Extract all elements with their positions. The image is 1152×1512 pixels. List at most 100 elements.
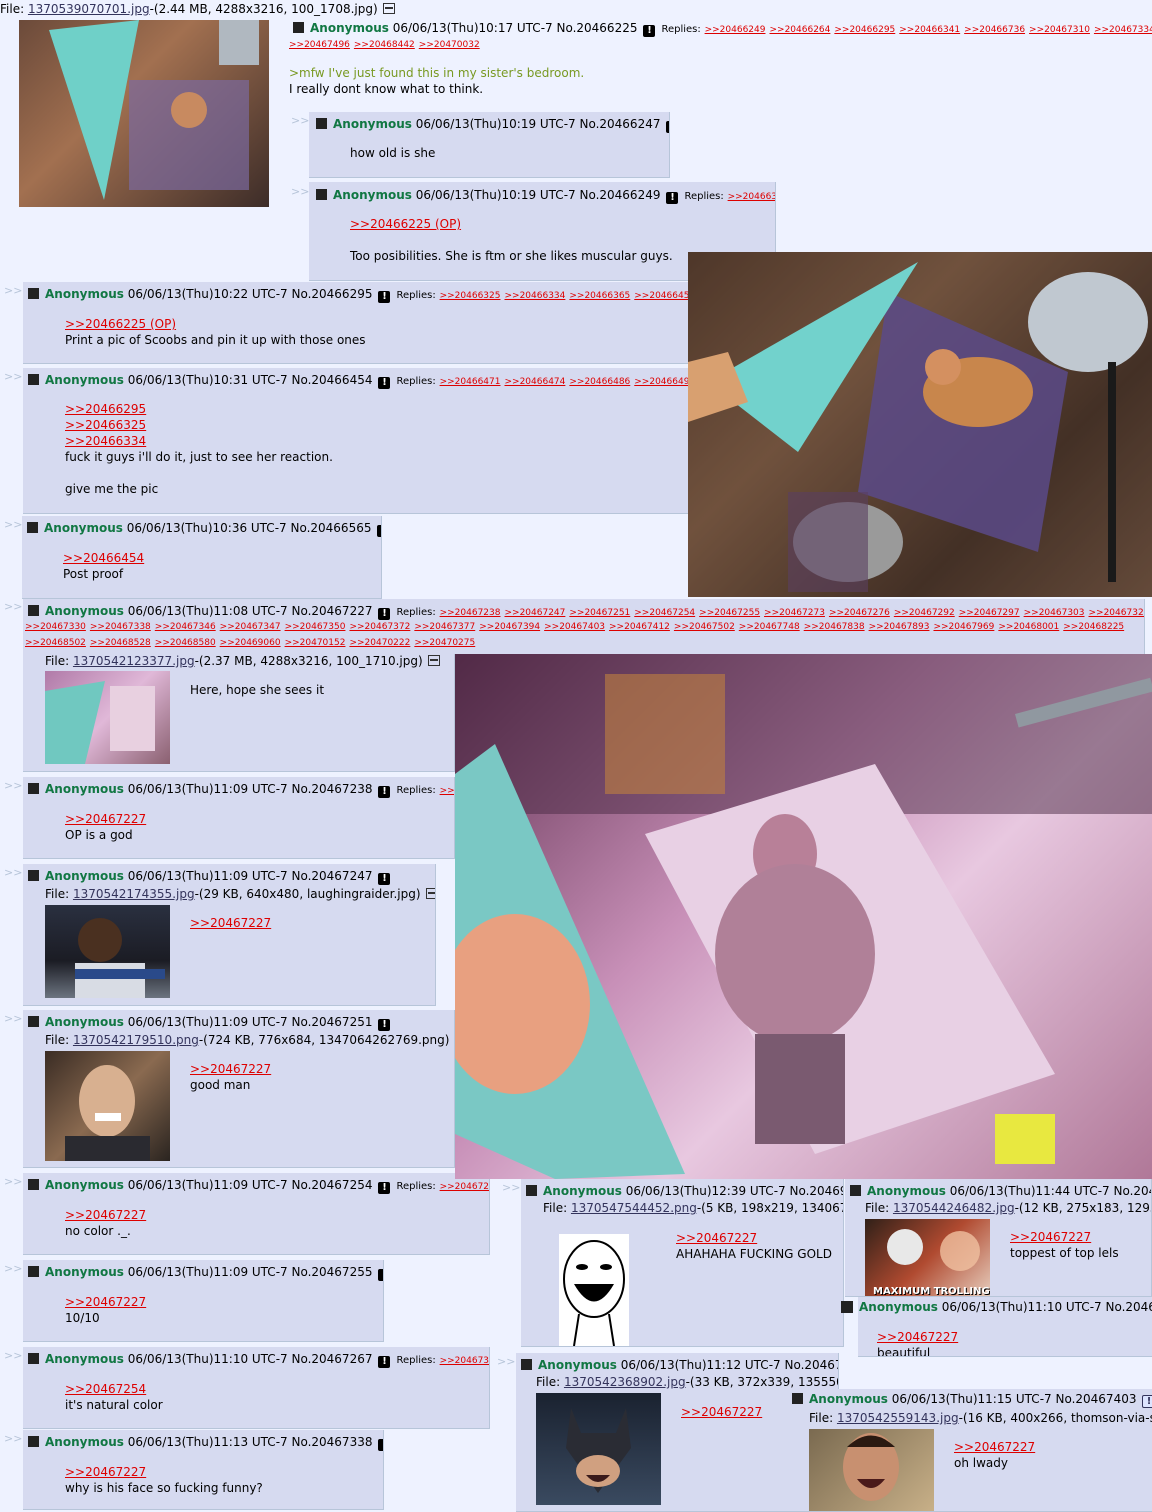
quote-link[interactable]: >>20466295	[65, 401, 333, 417]
post-checkbox[interactable]	[28, 605, 39, 616]
reply-link[interactable]: >>20466486	[569, 377, 630, 387]
reply-link[interactable]: >>20466471	[440, 377, 501, 387]
reply-link[interactable]: >>20467334	[1094, 25, 1152, 35]
reply-link[interactable]: >>20467297	[959, 608, 1020, 618]
reply-link[interactable]: >>20	[440, 786, 454, 796]
reply-link[interactable]: >>20467338	[90, 622, 151, 632]
post-checkbox[interactable]	[841, 1301, 853, 1313]
post-thumbnail[interactable]	[536, 1393, 661, 1505]
post-checkbox[interactable]	[316, 189, 327, 200]
reply-link[interactable]: >>20468225	[1063, 622, 1124, 632]
report-icon[interactable]: !	[666, 121, 669, 133]
post-checkbox[interactable]	[27, 522, 38, 533]
report-icon[interactable]: !	[378, 1356, 391, 1368]
reply-link[interactable]: >>20467377	[414, 622, 475, 632]
report-icon[interactable]: !	[666, 192, 679, 204]
reply-link[interactable]: >>20467496	[289, 40, 350, 50]
file-link[interactable]: 1370547544452.png	[571, 1201, 697, 1215]
post-thumbnail[interactable]	[559, 1234, 629, 1346]
reply-link[interactable]: >>20467276	[829, 608, 890, 618]
report-icon[interactable]: !	[643, 25, 656, 37]
post-checkbox[interactable]	[28, 1353, 39, 1364]
post-checkbox[interactable]	[850, 1185, 861, 1196]
quote-link[interactable]: >>20467227	[65, 811, 146, 827]
reply-link[interactable]: >>20467292	[894, 608, 955, 618]
quote-link[interactable]: >>20467227	[877, 1329, 958, 1345]
expanded-image-20467227[interactable]	[455, 654, 1152, 1179]
reply-link[interactable]: >>20466474	[504, 377, 565, 387]
hide-image-icon[interactable]	[425, 888, 435, 899]
quote-link[interactable]: >>20467227	[954, 1439, 1035, 1455]
reply-link[interactable]: >>20466496	[634, 377, 690, 387]
report-icon[interactable]: !	[378, 377, 391, 389]
reply-link[interactable]: >>20467310	[1029, 25, 1090, 35]
post-checkbox[interactable]	[28, 870, 39, 881]
quote-link[interactable]: >>20466334	[65, 433, 333, 449]
post-checkbox[interactable]	[28, 1016, 39, 1027]
post-checkbox[interactable]	[293, 22, 304, 33]
quote-link[interactable]: >>20467254	[65, 1381, 163, 1397]
post-thumbnail[interactable]	[45, 671, 170, 764]
reply-link[interactable]: >>20466365	[569, 291, 630, 301]
reply-link[interactable]: >>20467346	[155, 622, 216, 632]
reply-link[interactable]: >>20467254	[634, 608, 695, 618]
reply-link[interactable]: >>20470222	[349, 638, 410, 648]
post-thumbnail[interactable]	[809, 1429, 934, 1511]
reply-link[interactable]: >>20467273	[764, 608, 825, 618]
reply-link[interactable]: >>20470152	[285, 638, 346, 648]
file-link[interactable]: 1370542174355.jpg	[73, 887, 195, 901]
reply-link[interactable]: >>20467893	[869, 622, 930, 632]
reply-link[interactable]: >>20467251	[569, 608, 630, 618]
reply-link[interactable]: >>20466341	[899, 25, 960, 35]
reply-link[interactable]: >>20467838	[804, 622, 865, 632]
quote-link[interactable]: >>20467227	[676, 1230, 832, 1246]
quote-link[interactable]: >>20466225 (OP)	[350, 216, 673, 232]
quote-link[interactable]: >>20466454	[63, 550, 144, 566]
reply-link[interactable]: >>20466454	[634, 291, 690, 301]
reply-link[interactable]: >>20470275	[414, 638, 475, 648]
report-icon[interactable]: !	[378, 1182, 391, 1194]
report-icon[interactable]: !	[378, 1019, 391, 1031]
quote-link[interactable]: >>20467227	[190, 1061, 271, 1077]
quote-link[interactable]: >>20467227	[681, 1404, 762, 1420]
post-thumbnail[interactable]	[45, 1051, 170, 1161]
post-checkbox[interactable]	[28, 374, 39, 385]
reply-link[interactable]: >>20466736	[964, 25, 1025, 35]
report-icon[interactable]: !	[378, 291, 391, 303]
report-icon[interactable]: !	[378, 1439, 383, 1451]
reply-link[interactable]: >>20467394	[479, 622, 540, 632]
quote-link[interactable]: >>20467227	[1010, 1229, 1119, 1245]
reply-link[interactable]: >>20467330	[25, 622, 86, 632]
reply-link[interactable]: >>20467335	[440, 1356, 489, 1366]
reply-link[interactable]: >>20467748	[739, 622, 800, 632]
reply-link[interactable]: >>20467325	[1089, 608, 1145, 618]
report-icon[interactable]: !	[377, 525, 381, 537]
reply-link[interactable]: >>20468528	[90, 638, 151, 648]
hide-image-icon[interactable]	[427, 655, 440, 666]
reply-link[interactable]: >>20466295	[834, 25, 895, 35]
report-icon[interactable]: !	[378, 1269, 383, 1281]
reply-link[interactable]: >>20467412	[609, 622, 670, 632]
reply-link[interactable]: >>20468001	[998, 622, 1059, 632]
reply-link[interactable]: >>20468580	[155, 638, 216, 648]
reply-link[interactable]: >>20466334	[728, 192, 775, 202]
post-checkbox[interactable]	[28, 288, 39, 299]
reply-link[interactable]: >>20469060	[220, 638, 281, 648]
report-icon[interactable]: !	[378, 873, 391, 885]
post-thumbnail[interactable]: MAXIMUM TROLLING	[865, 1219, 990, 1296]
reply-link[interactable]: >>20467347	[220, 622, 281, 632]
hide-image-icon[interactable]	[382, 3, 395, 14]
quote-link[interactable]: >>20467227	[65, 1294, 146, 1310]
report-icon[interactable]: !	[1142, 1395, 1152, 1408]
reply-link[interactable]: >>20466249	[705, 25, 766, 35]
post-checkbox[interactable]	[28, 1436, 39, 1447]
reply-link[interactable]: >>20468442	[354, 40, 415, 50]
file-link[interactable]: 1370542179510.png	[73, 1033, 199, 1047]
reply-link[interactable]: >>20467403	[544, 622, 605, 632]
reply-link[interactable]: >>20467267	[440, 1182, 489, 1192]
reply-link[interactable]: >>20468502	[25, 638, 86, 648]
report-icon[interactable]: !	[378, 786, 391, 798]
reply-link[interactable]: >>20467350	[285, 622, 346, 632]
expanded-image-op[interactable]	[688, 252, 1152, 597]
reply-link[interactable]: >>20467969	[933, 622, 994, 632]
